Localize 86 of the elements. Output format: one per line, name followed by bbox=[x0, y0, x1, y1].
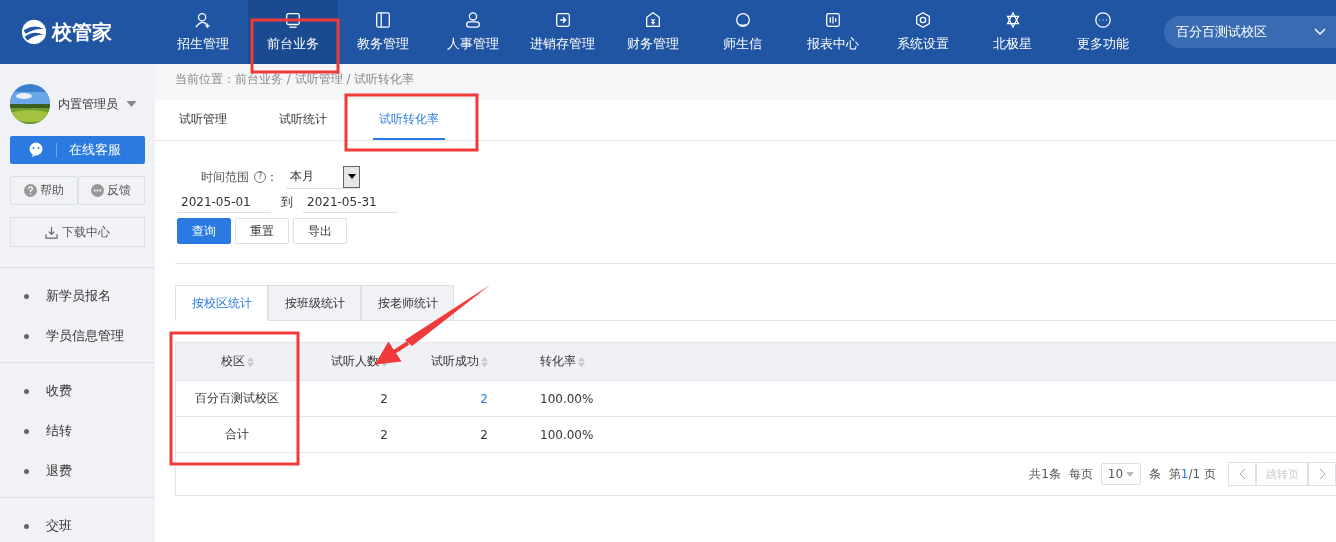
export-button[interactable]: 导出 bbox=[293, 218, 347, 244]
download-icon bbox=[45, 225, 58, 239]
table-cell: 合计 bbox=[225, 426, 249, 443]
count-link[interactable]: 2 bbox=[480, 391, 488, 406]
tab[interactable]: 试听统计 bbox=[273, 100, 333, 140]
sidebar-item[interactable]: 新学员报名 bbox=[46, 287, 111, 305]
monitor-icon bbox=[283, 11, 302, 29]
chevron-left-icon bbox=[1238, 468, 1246, 480]
nav-item[interactable]: 招生管理 bbox=[157, 0, 248, 64]
book-icon bbox=[373, 11, 392, 29]
tab[interactable]: 按班级统计 bbox=[268, 285, 361, 321]
chat-icon bbox=[733, 11, 752, 29]
nav-item[interactable]: 北极星 bbox=[967, 0, 1058, 64]
bullet-icon bbox=[24, 388, 29, 394]
feedback-button[interactable]: 反馈 bbox=[77, 176, 145, 205]
nav-item[interactable]: 师生信 bbox=[697, 0, 788, 64]
user-icon bbox=[463, 11, 482, 29]
page-size-unit: 条 bbox=[1148, 465, 1161, 483]
sort-icon[interactable] bbox=[481, 356, 488, 367]
chevron-right-icon bbox=[1318, 468, 1326, 480]
chat-icon bbox=[91, 184, 105, 197]
period-select[interactable]: 本月 bbox=[286, 165, 360, 189]
table-cell: 2 bbox=[380, 427, 388, 442]
sidebar-item[interactable]: 结转 bbox=[46, 422, 72, 440]
arrow-box-icon bbox=[553, 11, 572, 29]
nav-item[interactable]: 人事管理 bbox=[427, 0, 518, 64]
sidebar-item[interactable]: 退费 bbox=[46, 462, 72, 480]
sort-icon[interactable] bbox=[578, 356, 585, 367]
field-label: 时间范围 bbox=[201, 168, 249, 186]
nav-item[interactable]: 财务管理 bbox=[607, 0, 698, 64]
range-separator: 到 bbox=[281, 193, 293, 211]
breadcrumb: 当前位置：前台业务 / 试听管理 / 试听转化率 bbox=[155, 64, 1336, 100]
bullet-icon bbox=[24, 293, 29, 299]
previous-page-button[interactable] bbox=[1228, 462, 1256, 486]
page-info: 第1/1 页 bbox=[1168, 465, 1216, 483]
query-button[interactable]: 查询 bbox=[177, 218, 231, 244]
column-header[interactable]: 试听成功 bbox=[431, 353, 479, 370]
dropdown-arrow-icon bbox=[1125, 471, 1134, 477]
logo-icon bbox=[20, 18, 48, 46]
next-page-button[interactable] bbox=[1308, 462, 1336, 486]
bullet-icon bbox=[24, 468, 29, 474]
money-icon bbox=[643, 11, 662, 29]
download-center-button[interactable]: 下载中心 bbox=[10, 217, 145, 247]
chevron-down-icon bbox=[1314, 28, 1326, 36]
tab[interactable]: 按校区统计 bbox=[175, 285, 268, 321]
page-size-label: 每页 bbox=[1068, 465, 1093, 483]
nav-item[interactable]: 教务管理 bbox=[337, 0, 428, 64]
bullet-icon bbox=[24, 523, 29, 529]
chart-icon bbox=[823, 11, 842, 29]
total-count: 共1条 bbox=[1029, 465, 1061, 483]
page-size-select[interactable]: 10 bbox=[1100, 463, 1141, 485]
nav-item[interactable]: 更多功能 bbox=[1057, 0, 1148, 64]
chat-bubble-icon bbox=[28, 142, 44, 158]
hexagon-icon bbox=[913, 11, 932, 29]
sort-icon[interactable] bbox=[246, 356, 254, 367]
sidebar-item[interactable]: 学员信息管理 bbox=[46, 327, 124, 345]
more-icon bbox=[1093, 11, 1112, 29]
bullet-icon bbox=[24, 333, 29, 339]
nav-item[interactable]: 进销存管理 bbox=[517, 0, 608, 64]
nav-item[interactable]: 系统设置 bbox=[877, 0, 968, 64]
nav-item[interactable]: 前台业务 bbox=[247, 0, 338, 64]
help-button[interactable]: 帮助 bbox=[10, 176, 78, 205]
help-icon bbox=[23, 184, 37, 197]
tab[interactable]: 试听转化率 bbox=[373, 100, 445, 140]
nav-item[interactable]: 报表中心 bbox=[787, 0, 878, 64]
column-header[interactable]: 试听人数 bbox=[331, 353, 379, 370]
table-cell: 2 bbox=[480, 427, 488, 442]
campus-select[interactable]: 百分百测试校区 bbox=[1163, 16, 1336, 48]
table-cell: 100.00% bbox=[540, 391, 594, 406]
user-name[interactable]: 内置管理员 bbox=[58, 95, 118, 113]
logo-text: 校管家 bbox=[52, 18, 112, 46]
colon: ： bbox=[266, 168, 278, 186]
user-plus-icon bbox=[193, 11, 212, 29]
tab[interactable]: 按老师统计 bbox=[361, 285, 454, 321]
caret-down-icon[interactable] bbox=[126, 101, 137, 107]
tab[interactable]: 试听管理 bbox=[173, 100, 233, 140]
column-header[interactable]: 校区 bbox=[220, 353, 245, 370]
online-service-button[interactable]: 在线客服 bbox=[10, 136, 145, 164]
sidebar-item[interactable]: 交班 bbox=[46, 517, 72, 535]
table-cell: 百分百测试校区 bbox=[195, 390, 279, 407]
bullet-icon bbox=[24, 428, 29, 434]
column-header[interactable]: 转化率 bbox=[540, 353, 576, 370]
sidebar-item[interactable]: 收费 bbox=[46, 382, 72, 400]
table-cell: 2 bbox=[380, 391, 388, 406]
table-cell: 100.00% bbox=[540, 427, 594, 442]
reset-button[interactable]: 重置 bbox=[235, 218, 289, 244]
